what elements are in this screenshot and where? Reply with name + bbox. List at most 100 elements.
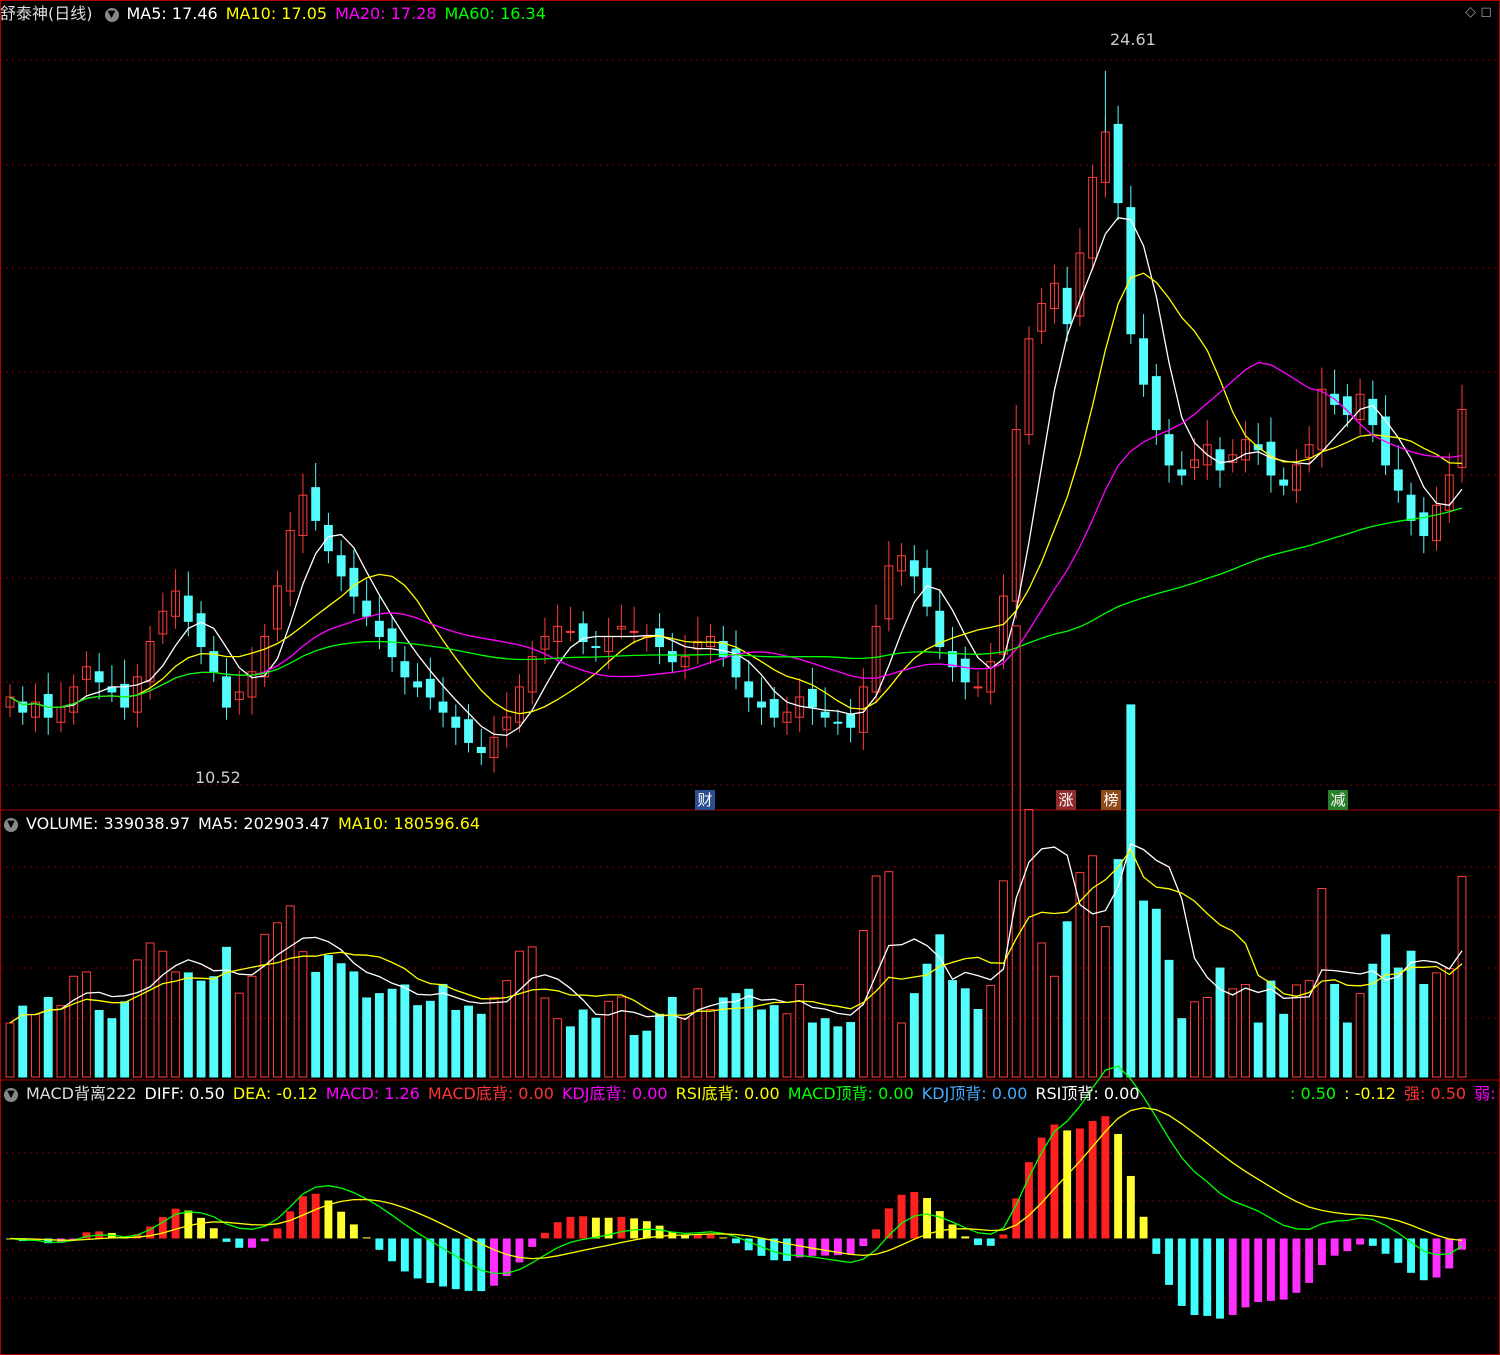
macd-bar [579,1216,588,1239]
volume-bar [999,880,1008,1078]
volume-bar [1279,1013,1289,1078]
volume-bar [336,963,346,1078]
high-price-label: 24.61 [1110,30,1156,49]
volume-bar [731,993,741,1078]
macd-bar [974,1238,982,1246]
marker-bang[interactable]: 榜 [1101,790,1121,810]
window-control-icons[interactable]: ◇ ◻ [1465,4,1492,20]
candle-body [413,681,423,688]
macd-bar [999,1234,1008,1239]
volume-bar [362,997,372,1078]
macd-bar [439,1238,448,1287]
volume-bar [1177,1018,1187,1078]
volume-bar [196,980,206,1078]
volume-bar [846,1022,856,1078]
macd-bar [961,1236,970,1239]
right-value-1: : 0.50 [1290,1084,1337,1103]
macd-bar [630,1218,639,1239]
ma10-line [9,272,1463,715]
gear-icon[interactable]: ▼ [4,817,18,832]
volume-bar [489,996,499,1078]
volume-bar [94,1009,104,1078]
volume-bar [1164,959,1174,1078]
macd-bar [1343,1238,1352,1252]
volume-bar [1457,875,1467,1078]
volume-bar [820,1018,830,1078]
candle-body [960,658,970,683]
volume-bar [757,1009,766,1078]
macd-bar [209,1228,218,1239]
macd-bar [273,1228,282,1239]
volume-bar [973,1009,983,1078]
volume-bar [642,1030,652,1078]
candle-body [655,628,665,648]
volume-bar [1381,934,1391,1078]
candle-body [222,676,231,708]
volume-bar [69,975,79,1078]
macd-bar [1356,1238,1365,1245]
macd-bar [1305,1238,1314,1283]
candle-body [1419,512,1429,537]
macd-bar [502,1238,511,1277]
volume-bar [247,975,257,1078]
gear-icon[interactable]: ▼ [4,1087,18,1102]
macd-bar [349,1224,358,1239]
volume-bar [565,1026,575,1078]
volume-bar [323,955,333,1078]
macd-bar [1254,1238,1263,1303]
macd-bar [451,1238,460,1290]
candle-body [451,716,461,728]
macd-bar [1368,1238,1377,1246]
macd-bar [1126,1175,1135,1239]
macd-bar [1050,1124,1059,1239]
volume-bar [1393,967,1403,1078]
marker-zhang[interactable]: 涨 [1056,790,1076,810]
volume-bar [273,922,282,1078]
volume-bar [948,980,957,1078]
candle-body [1177,469,1187,476]
volume-bar [1444,968,1454,1078]
gear-icon[interactable]: ▼ [104,7,119,22]
candle-body [1406,494,1416,521]
macd-top-div: MACD顶背: 0.00 [787,1084,914,1103]
volume-bar [1355,993,1365,1078]
macd-bar [197,1217,206,1239]
volume-bar [693,988,703,1078]
rsi-top-div: RSI顶背: 0.00 [1035,1084,1140,1103]
volume-bar [1049,975,1059,1078]
candle-body [1368,398,1378,426]
macd-bar [1190,1238,1199,1315]
macd-bar [400,1238,409,1272]
volume-bar [922,963,932,1078]
dea-value: DEA: -0.12 [232,1084,318,1103]
volume-bar [897,1022,907,1078]
volume-bar [655,1013,665,1078]
candle-body [183,595,193,622]
macd-bar [337,1211,346,1239]
candle-body [362,600,372,617]
weak-value: 弱: - [1474,1084,1500,1103]
volume-bar [234,992,244,1078]
volume-bar [604,1000,614,1078]
macd-bar [1419,1238,1428,1281]
candle-body [757,701,766,708]
candle-body [1139,338,1149,385]
volume-bar [1241,983,1250,1078]
macd-bar [362,1237,371,1239]
stock-chart[interactable] [0,0,1500,1355]
macd-bar [948,1224,957,1239]
macd-bar [540,1232,549,1239]
volume-bar [56,1005,66,1078]
macd-bar [515,1238,524,1263]
candle-body [629,630,639,633]
macd-bar [311,1193,320,1239]
volume-bar [438,983,448,1078]
marker-jian[interactable]: 减 [1328,790,1348,810]
candle-body [833,721,843,724]
macd-value: MACD: 1.26 [325,1084,420,1103]
macd-bar [821,1238,830,1256]
macd-bar [1279,1238,1288,1300]
volume-bar [1419,983,1429,1078]
macd-bar [1241,1238,1250,1308]
marker-cai[interactable]: 财 [695,790,715,810]
